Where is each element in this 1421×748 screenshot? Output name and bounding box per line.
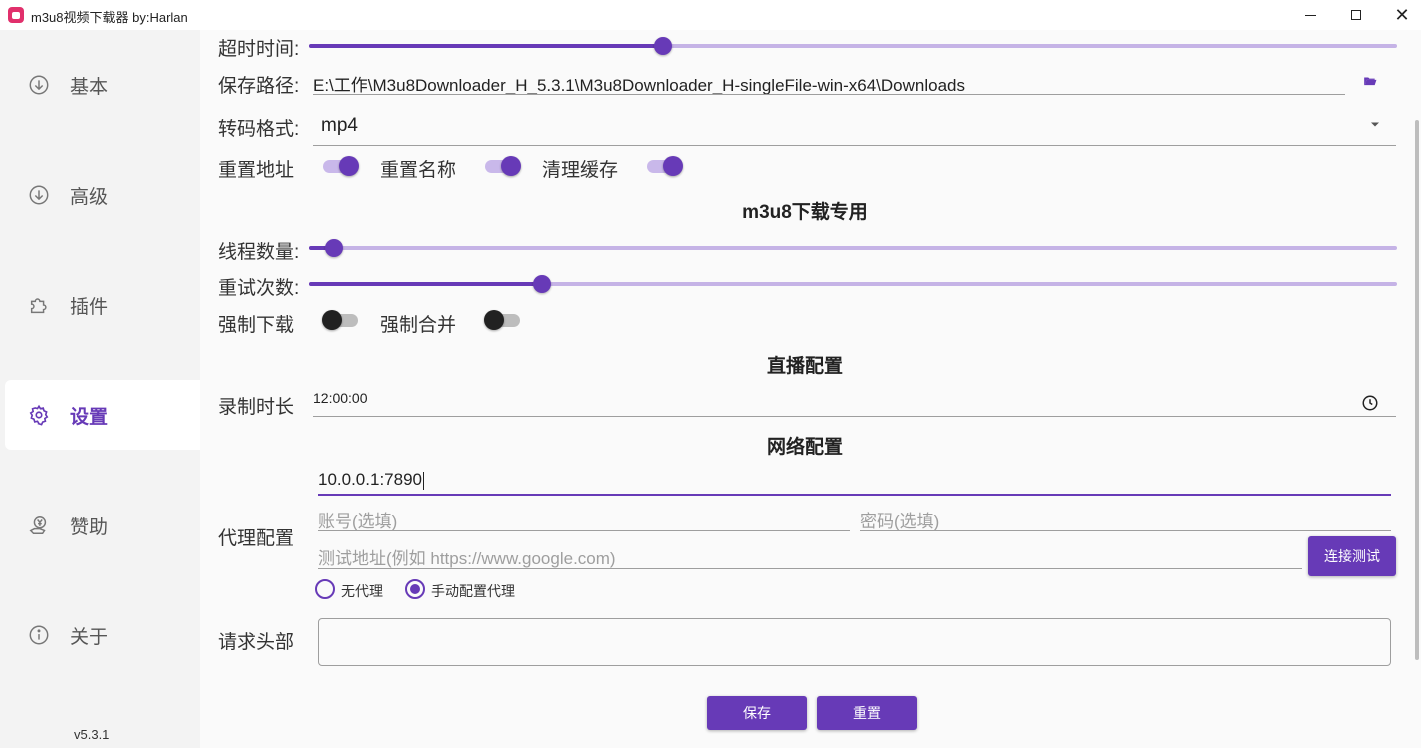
password-input[interactable]: 密码(选填) bbox=[860, 507, 1391, 531]
app-version: v5.3.1 bbox=[74, 727, 110, 742]
sidebar-item-sponsor[interactable]: 赞助 bbox=[5, 490, 200, 560]
sidebar-item-label: 设置 bbox=[70, 406, 109, 428]
test-url-input[interactable]: 测试地址(例如 https://www.google.com) bbox=[318, 544, 1302, 569]
sidebar-item-about[interactable]: 关于 bbox=[5, 600, 200, 670]
slider-fill bbox=[309, 282, 542, 286]
force-download-toggle[interactable] bbox=[322, 309, 360, 331]
save-button[interactable]: 保存 bbox=[707, 696, 807, 730]
title-bar: m3u8视频下载器 by:Harlan ✕ bbox=[0, 0, 1421, 30]
retries-slider[interactable] bbox=[309, 275, 1397, 293]
settings-panel: 超时时间: 保存路径: E:\工作\M3u8Downloader_H_5.3.1… bbox=[200, 30, 1421, 748]
toggle-thumb bbox=[322, 310, 342, 330]
close-button[interactable]: ✕ bbox=[1379, 0, 1421, 30]
save-path-label: 保存路径: bbox=[218, 76, 300, 97]
radio-label: 手动配置代理 bbox=[431, 583, 515, 599]
proxy-address-input[interactable]: 10.0.0.1:7890 bbox=[318, 470, 1391, 496]
radio-label: 无代理 bbox=[341, 583, 383, 599]
slider-fill bbox=[309, 44, 663, 48]
sidebar-item-label: 赞助 bbox=[70, 516, 109, 538]
connection-test-button[interactable]: 连接测试 bbox=[1308, 536, 1396, 576]
info-icon bbox=[28, 624, 50, 646]
manual-proxy-radio[interactable] bbox=[405, 579, 425, 599]
clear-cache-toggle[interactable] bbox=[645, 155, 683, 177]
clock-icon[interactable] bbox=[1360, 393, 1380, 413]
threads-label: 线程数量: bbox=[218, 242, 300, 263]
transcode-select[interactable]: mp4 bbox=[313, 112, 1396, 146]
close-icon: ✕ bbox=[1394, 5, 1410, 25]
sidebar-item-label: 插件 bbox=[70, 296, 109, 318]
threads-slider[interactable] bbox=[309, 239, 1397, 257]
toggle-label: 清理缓存 bbox=[542, 160, 619, 181]
network-section-title: 网络配置 bbox=[766, 437, 843, 458]
retries-label: 重试次数: bbox=[218, 278, 300, 299]
record-duration-label: 录制时长 bbox=[218, 397, 295, 418]
no-proxy-radio[interactable] bbox=[315, 579, 335, 599]
record-duration-field[interactable]: 12:00:00 bbox=[313, 390, 1396, 417]
folder-open-icon[interactable] bbox=[1362, 73, 1378, 89]
download-circle-icon bbox=[28, 184, 50, 206]
slider-thumb[interactable] bbox=[532, 275, 551, 293]
sidebar-item-plugins[interactable]: 插件 bbox=[5, 270, 200, 340]
m3u8-section-title: m3u8下载专用 bbox=[742, 202, 868, 223]
download-circle-icon bbox=[28, 74, 50, 96]
transcode-label: 转码格式: bbox=[218, 119, 300, 140]
force-merge-toggle[interactable] bbox=[484, 309, 522, 331]
sidebar-item-label: 关于 bbox=[70, 626, 109, 648]
sidebar-item-settings[interactable]: 设置 bbox=[5, 380, 200, 450]
app-logo-icon bbox=[8, 7, 24, 23]
toggle-label: 强制合并 bbox=[380, 315, 457, 336]
request-headers-label: 请求头部 bbox=[218, 632, 295, 653]
timeout-label: 超时时间: bbox=[218, 39, 300, 60]
slider-track bbox=[309, 246, 1397, 250]
proxy-address-value: 10.0.0.1:7890 bbox=[318, 470, 422, 489]
toggle-thumb bbox=[501, 156, 521, 176]
gear-icon bbox=[28, 404, 50, 426]
reset-name-toggle[interactable] bbox=[483, 155, 521, 177]
chevron-down-icon bbox=[1368, 117, 1382, 131]
save-path-field[interactable]: E:\工作\M3u8Downloader_H_5.3.1\M3u8Downloa… bbox=[313, 71, 1345, 95]
proxy-config-label: 代理配置 bbox=[218, 528, 295, 549]
sidebar-item-basic[interactable]: 基本 bbox=[5, 50, 200, 120]
minimize-icon bbox=[1304, 14, 1316, 16]
text-cursor bbox=[422, 471, 424, 490]
toggle-label: 重置名称 bbox=[380, 160, 457, 181]
sidebar-item-label: 高级 bbox=[70, 186, 109, 208]
account-input[interactable]: 账号(选填) bbox=[318, 507, 850, 531]
request-headers-textarea[interactable] bbox=[318, 618, 1391, 666]
timeout-slider[interactable] bbox=[309, 37, 1397, 55]
maximize-button[interactable] bbox=[1333, 0, 1379, 30]
sidebar-item-advanced[interactable]: 高级 bbox=[5, 160, 200, 230]
toggle-label: 重置地址 bbox=[218, 160, 295, 181]
scrollbar[interactable] bbox=[1415, 120, 1419, 660]
yen-hand-icon bbox=[28, 514, 50, 536]
slider-thumb[interactable] bbox=[325, 239, 344, 257]
puzzle-icon bbox=[28, 294, 50, 316]
live-section-title: 直播配置 bbox=[766, 356, 843, 377]
slider-thumb[interactable] bbox=[653, 37, 672, 55]
maximize-icon bbox=[1351, 10, 1361, 20]
window-title: m3u8视频下载器 by:Harlan bbox=[31, 10, 188, 25]
toggle-thumb bbox=[339, 156, 359, 176]
toggle-thumb bbox=[663, 156, 683, 176]
toggle-label: 强制下载 bbox=[218, 315, 295, 336]
sidebar: 基本 高级 插件 设置 赞助 关于 v5.3.1 bbox=[0, 30, 200, 748]
toggle-thumb bbox=[484, 310, 504, 330]
minimize-button[interactable] bbox=[1287, 0, 1333, 30]
reset-button[interactable]: 重置 bbox=[817, 696, 917, 730]
reset-url-toggle[interactable] bbox=[321, 155, 359, 177]
sidebar-item-label: 基本 bbox=[70, 76, 109, 98]
